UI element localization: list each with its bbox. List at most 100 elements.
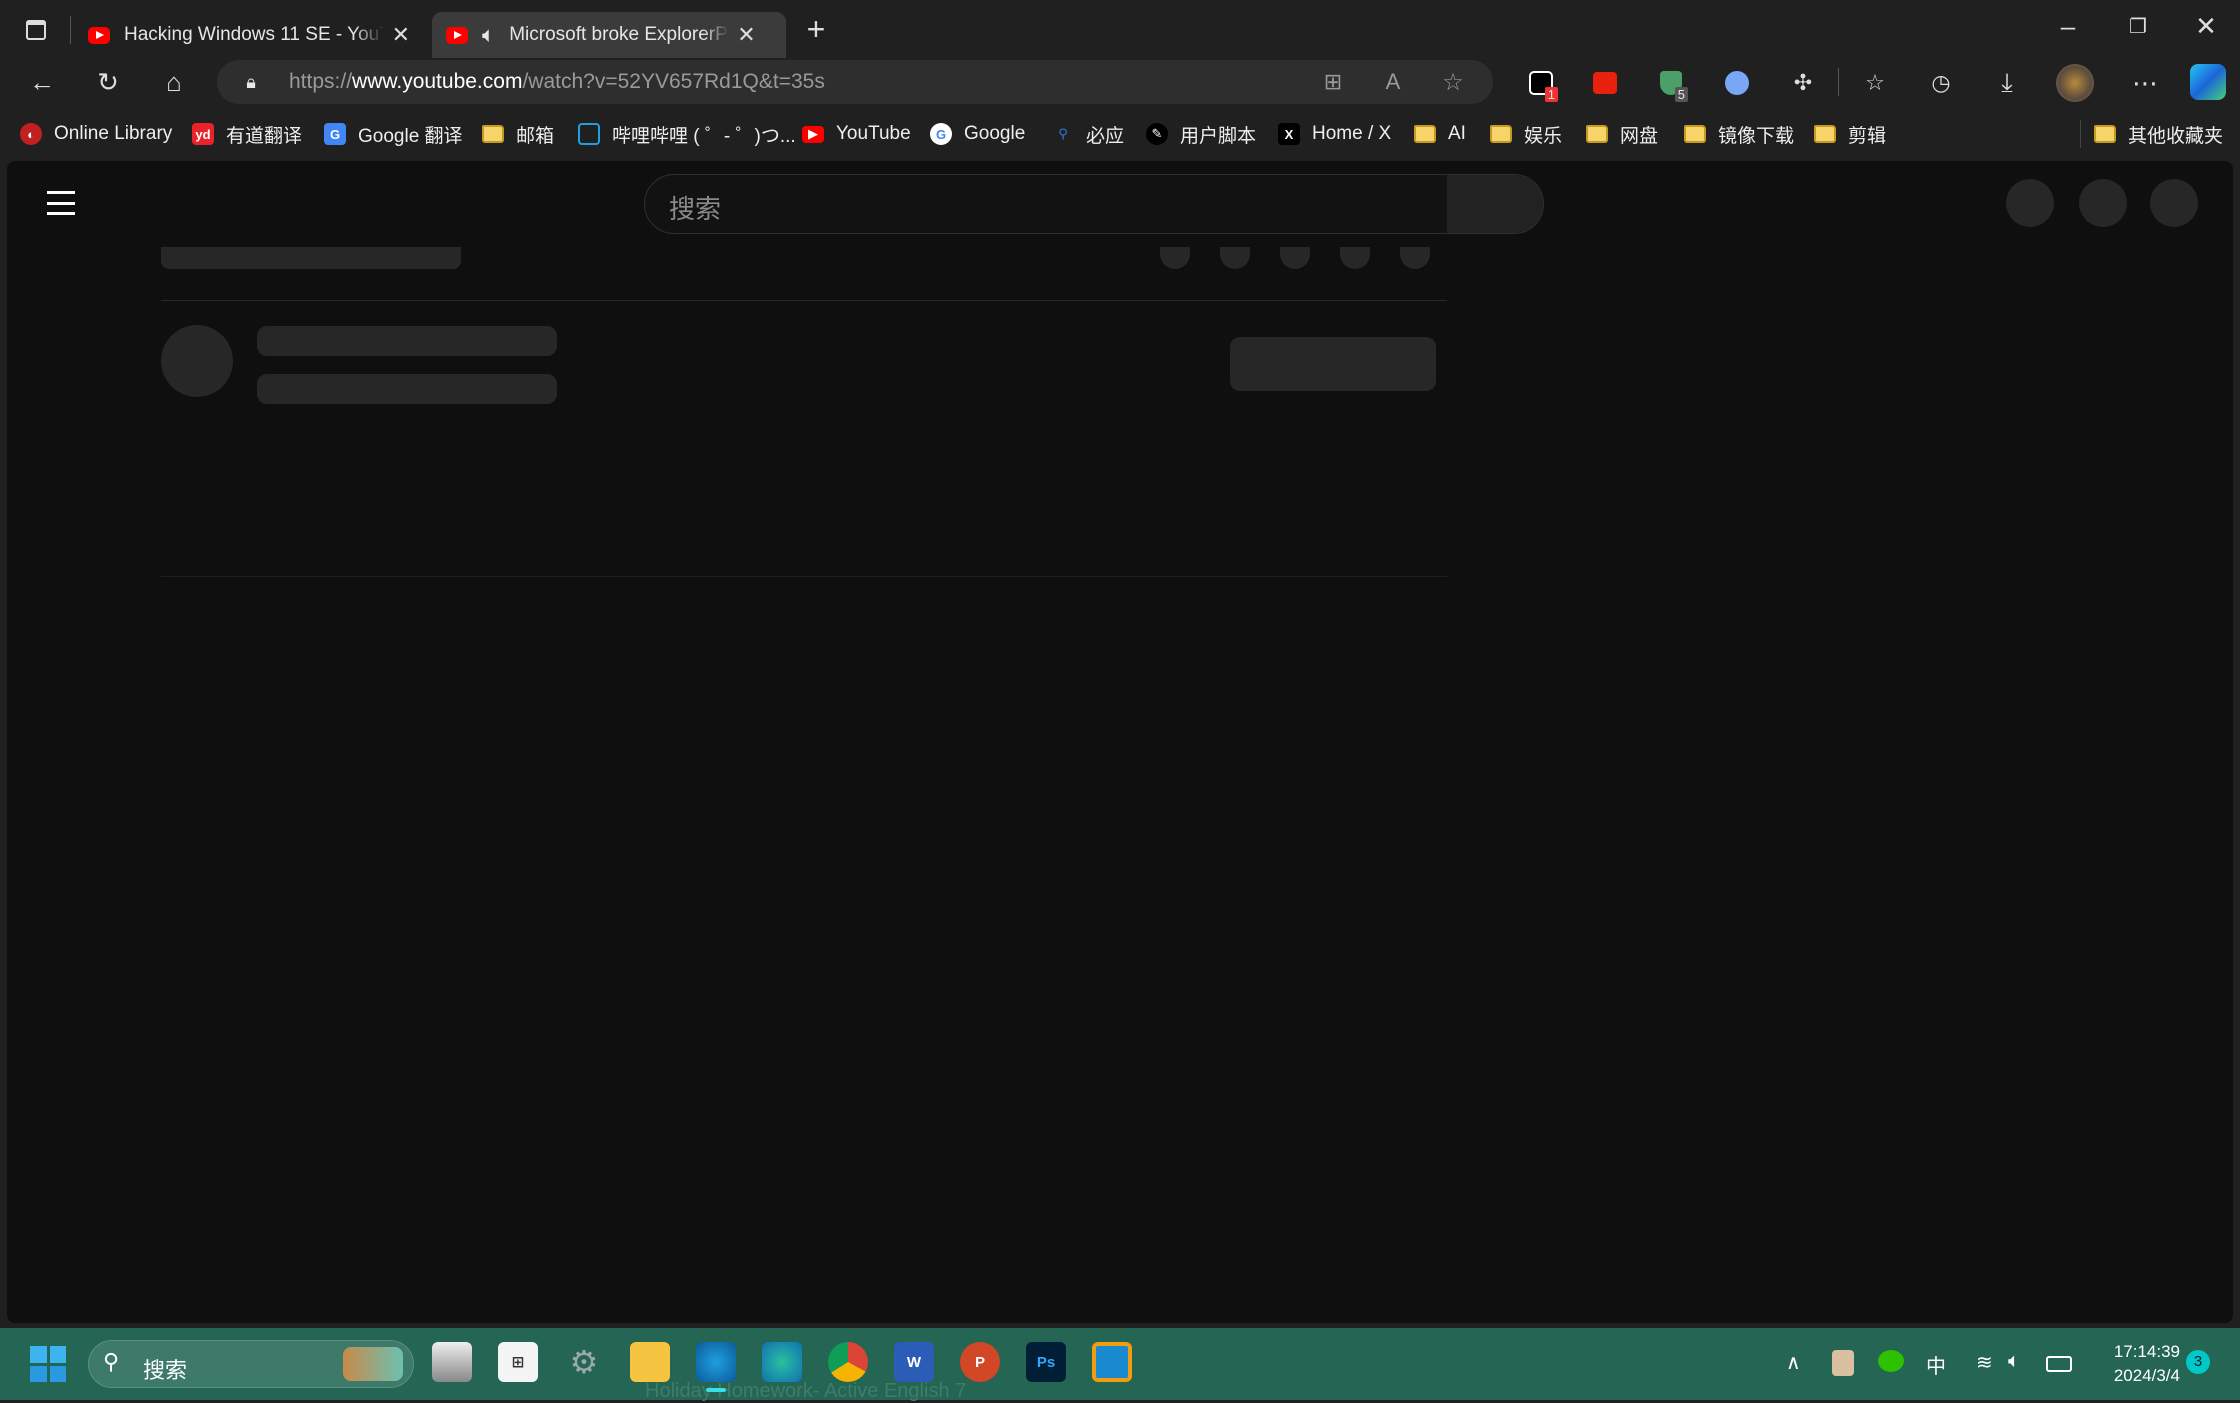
app-available-icon[interactable]: ⊞ — [1317, 66, 1349, 98]
shield-check-extension-icon[interactable]: 5 — [1654, 66, 1688, 102]
wechat-icon[interactable] — [1878, 1350, 1904, 1372]
edge-dev-icon[interactable] — [762, 1342, 802, 1382]
extension-1-icon[interactable]: 1 — [1524, 66, 1558, 102]
taskbar-search[interactable]: ⚲ 搜索 — [88, 1340, 414, 1388]
bookmark-item[interactable]: ⚲ 必应 — [1052, 120, 1124, 148]
header-placeholder-circle — [2150, 179, 2198, 227]
bookmark-label: 娱乐 — [1524, 125, 1563, 147]
minimize-button[interactable]: – — [2052, 10, 2084, 42]
bookmark-label: 哔哩哔哩 ( ゜- ゜)つ... — [612, 125, 796, 147]
url-text[interactable]: https://www.youtube.com/watch?v=52YV657R… — [289, 70, 825, 94]
extensions-puzzle-icon[interactable]: ✣ — [1786, 66, 1820, 100]
more-menu-icon[interactable]: ⋯ — [2128, 66, 2162, 100]
favorite-star-icon[interactable]: ☆ — [1437, 66, 1469, 98]
word-icon[interactable]: W — [894, 1342, 934, 1382]
bookmark-item[interactable]: 网盘 — [1586, 120, 1658, 148]
bookmark-label: 用户脚本 — [1180, 125, 1257, 147]
bookmark-item[interactable]: G Google 翻译 — [324, 120, 463, 148]
file-explorer-icon[interactable] — [630, 1342, 670, 1382]
bookmark-label: Online Library — [54, 123, 173, 144]
bookmark-item[interactable]: ◐ Online Library — [20, 120, 172, 148]
start-button[interactable] — [30, 1346, 66, 1382]
bookmark-item[interactable]: 娱乐 — [1490, 120, 1562, 148]
bookmark-item[interactable]: AI — [1414, 120, 1466, 148]
profile-avatar[interactable] — [2056, 64, 2094, 102]
search-button[interactable] — [1447, 175, 1543, 233]
other-favorites-folder[interactable]: 其他收藏夹 — [2094, 120, 2223, 148]
bookmark-label: 邮箱 — [516, 125, 555, 147]
bookmark-item[interactable]: G Google — [930, 120, 1025, 148]
chrome-icon[interactable] — [828, 1342, 868, 1382]
bookmark-label: 剪辑 — [1848, 125, 1887, 147]
restore-button[interactable]: ❐ — [2122, 10, 2154, 42]
bookmark-label: AI — [1448, 123, 1466, 144]
refresh-button[interactable]: ↻ — [90, 64, 126, 100]
photoshop-icon[interactable]: Ps — [1026, 1342, 1066, 1382]
bookmark-label: 镜像下载 — [1718, 125, 1795, 147]
bookmark-item[interactable]: yd 有道翻译 — [192, 120, 302, 148]
bing-search-icon: ⚲ — [1058, 126, 1068, 141]
google-translate-icon: G — [324, 123, 346, 145]
search-box[interactable]: 搜索 — [644, 174, 1544, 234]
wifi-icon[interactable]: ≋ — [1976, 1350, 1993, 1375]
copilot-icon[interactable] — [2190, 64, 2226, 100]
extension-2-icon[interactable] — [1588, 66, 1622, 100]
search-highlight-tiger-icon — [343, 1347, 403, 1381]
settings-icon[interactable]: ⚙ — [564, 1342, 604, 1382]
bookmark-item[interactable]: X Home / X — [1278, 120, 1391, 148]
microsoft-store-icon[interactable]: ⊞ — [498, 1342, 538, 1382]
header-placeholder-circle — [2079, 179, 2127, 227]
bookmark-item[interactable]: 哔哩哔哩 ( ゜- ゜)つ... — [578, 120, 796, 148]
battery-icon[interactable] — [2046, 1356, 2072, 1372]
address-bar[interactable]: 🔒︎ https://www.youtube.com/watch?v=52YV6… — [217, 60, 1493, 104]
close-window-button[interactable]: ✕ — [2190, 10, 2222, 42]
bookmark-item[interactable]: 邮箱 — [482, 120, 554, 148]
bookmark-label: 必应 — [1086, 125, 1125, 147]
bookmark-item[interactable]: ▶ YouTube — [802, 120, 911, 148]
new-tab-button[interactable]: + — [800, 11, 832, 47]
tab-actions-icon[interactable] — [22, 16, 50, 44]
volume-icon[interactable]: 🔈︎ — [2008, 1350, 2020, 1373]
tab-microsoft-broke[interactable]: 🔈︎ Microsoft broke ExplorerPatcher ✕ — [432, 12, 786, 58]
back-button[interactable]: ← — [24, 64, 60, 100]
subscribe-button-placeholder — [1230, 337, 1436, 391]
task-view-icon[interactable] — [432, 1342, 472, 1382]
notification-badge[interactable]: 3 — [2186, 1350, 2210, 1374]
home-button[interactable]: ⌂ — [156, 64, 192, 100]
show-hidden-icons[interactable]: ∧ — [1786, 1350, 1801, 1375]
hamburger-menu-icon[interactable] — [47, 191, 75, 215]
divider — [161, 300, 1447, 301]
favorites-icon[interactable]: ☆ — [1858, 66, 1892, 100]
search-icon: ⚲ — [103, 1349, 120, 1374]
bookmark-item[interactable]: ✎ 用户脚本 — [1146, 120, 1256, 148]
read-aloud-icon[interactable]: A — [1377, 66, 1409, 98]
history-icon[interactable]: ◷ — [1924, 66, 1958, 100]
clock[interactable]: 17:14:39 2024/3/4 — [2090, 1340, 2180, 1388]
bookmark-item[interactable]: 剪辑 — [1814, 120, 1886, 148]
tab-hacking-windows[interactable]: Hacking Windows 11 SE - YouTube ✕ — [74, 12, 424, 58]
bookmark-label: 有道翻译 — [226, 125, 303, 147]
online-library-icon: ◐ — [20, 123, 42, 145]
speaker-icon[interactable]: 🔈︎ — [482, 22, 495, 48]
bookmark-label: Google — [964, 123, 1026, 144]
close-tab-icon[interactable]: ✕ — [392, 22, 410, 48]
folder-icon — [1586, 125, 1608, 143]
search-extension-icon[interactable] — [1720, 66, 1754, 100]
bilibili-icon — [578, 123, 600, 145]
close-tab-icon[interactable]: ✕ — [737, 22, 755, 48]
downloads-icon[interactable]: ⤓ — [1990, 66, 2024, 100]
edge-icon[interactable] — [696, 1342, 736, 1382]
vmware-icon[interactable] — [1092, 1342, 1132, 1382]
bookmark-label: 网盘 — [1620, 125, 1659, 147]
youtube-page: 搜索 — [7, 161, 2233, 1323]
lock-icon[interactable]: 🔒︎ — [239, 70, 263, 94]
cat-tray-icon[interactable] — [1832, 1350, 1854, 1376]
toolbar-divider — [1838, 68, 1839, 96]
time: 17:14:39 — [2113, 1342, 2180, 1361]
divider — [161, 576, 1447, 577]
ime-indicator[interactable]: 中 — [1926, 1350, 1946, 1379]
powerpoint-icon[interactable]: P — [960, 1342, 1000, 1382]
folder-icon — [2094, 125, 2116, 143]
bookmark-item[interactable]: 镜像下载 — [1684, 120, 1794, 148]
skeleton-title-area — [7, 247, 1507, 277]
